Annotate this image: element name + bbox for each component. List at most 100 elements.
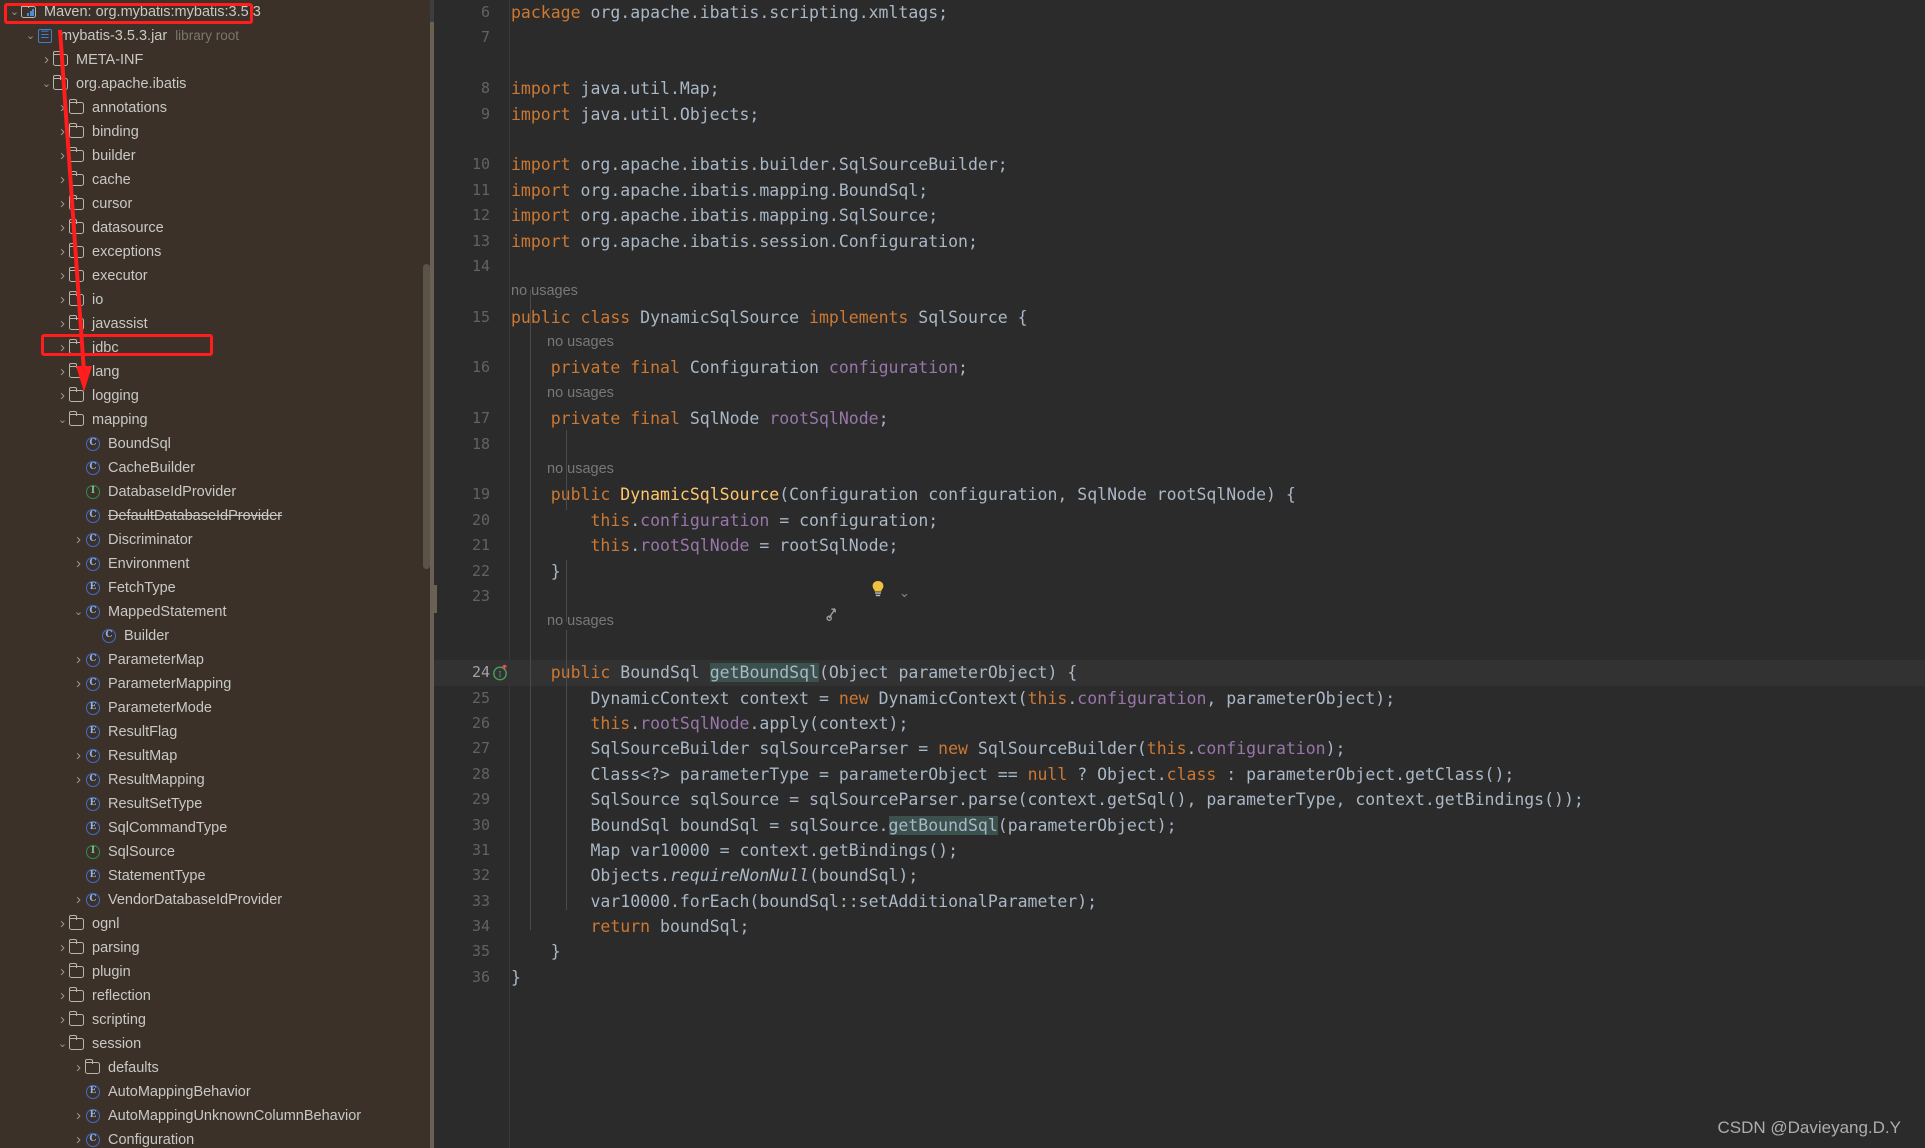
chevron-right-icon[interactable]: › xyxy=(56,360,69,384)
tree-item-vendordatabaseidprovider[interactable]: › C VendorDatabaseIdProvider xyxy=(0,888,434,912)
chevron-right-icon[interactable]: › xyxy=(56,312,69,336)
tree-item-builder[interactable]: › builder xyxy=(0,144,434,168)
tree-item-plugin[interactable]: › plugin xyxy=(0,960,434,984)
tree-item-datasource[interactable]: › datasource xyxy=(0,216,434,240)
tree-item-cache[interactable]: › cache xyxy=(0,168,434,192)
tree-item-io[interactable]: › io xyxy=(0,288,434,312)
tree-item-resultflag[interactable]: E ResultFlag xyxy=(0,720,434,744)
tree-item-parametermode[interactable]: E ParameterMode xyxy=(0,696,434,720)
code-line[interactable]: 33 var10000.forEach(boundSql::setAdditio… xyxy=(434,889,1925,914)
chevron-right-icon[interactable]: › xyxy=(72,552,85,576)
chevron-down-icon[interactable]: ⌄ xyxy=(899,586,910,601)
code-line[interactable]: 13 import org.apache.ibatis.session.Confi… xyxy=(434,229,1925,254)
tree-item-statementtype[interactable]: E StatementType xyxy=(0,864,434,888)
code-line[interactable]: 9 import java.util.Objects; xyxy=(434,102,1925,127)
tree-vertical-scrollbar[interactable] xyxy=(423,264,430,569)
code-line[interactable]: 25 DynamicContext context = new DynamicC… xyxy=(434,686,1925,711)
chevron-right-icon[interactable]: › xyxy=(40,48,53,72)
code-line[interactable]: 21 this.rootSqlNode = rootSqlNode; xyxy=(434,533,1925,558)
tree-item-configuration[interactable]: › C Configuration xyxy=(0,1128,434,1148)
tree-item-session[interactable]: ⌄ session xyxy=(0,1032,434,1056)
tree-item-mybatis-3-5-3-jar[interactable]: ⌄ ☰ mybatis-3.5.3.jar library root xyxy=(0,24,434,48)
chevron-down-icon[interactable]: ⌄ xyxy=(40,72,53,96)
chevron-right-icon[interactable]: › xyxy=(72,528,85,552)
overriding-method-icon[interactable]: I xyxy=(492,663,509,681)
tree-item-reflection[interactable]: › reflection xyxy=(0,984,434,1008)
chevron-right-icon[interactable]: › xyxy=(56,120,69,144)
chevron-down-icon[interactable]: ⌄ xyxy=(24,24,37,48)
tree-item-defaultdatabaseidprovider[interactable]: C DefaultDatabaseIdProvider xyxy=(0,504,434,528)
chevron-right-icon[interactable]: › xyxy=(56,288,69,312)
code-line[interactable]: 26 this.rootSqlNode.apply(context); xyxy=(434,711,1925,736)
project-tree-panel[interactable]: ⌄ Maven: org.mybatis:mybatis:3.5.3 ⌄ ☰ mybat… xyxy=(0,0,434,1148)
tree-item-automappingbehavior[interactable]: E AutoMappingBehavior xyxy=(0,1080,434,1104)
chevron-right-icon[interactable]: › xyxy=(56,144,69,168)
tree-item-databaseidprovider[interactable]: I DatabaseIdProvider xyxy=(0,480,434,504)
tree-item-exceptions[interactable]: › exceptions xyxy=(0,240,434,264)
code-line[interactable]: 7 xyxy=(434,25,1925,50)
project-tree-list[interactable]: ⌄ Maven: org.mybatis:mybatis:3.5.3 ⌄ ☰ mybat… xyxy=(0,0,434,1148)
code-line[interactable]: 16 private final Configuration configura… xyxy=(434,355,1925,380)
code-line[interactable]: 17 private final SqlNode rootSqlNode; xyxy=(434,406,1925,431)
code-line[interactable]: 11 import org.apache.ibatis.mapping.Bound… xyxy=(434,178,1925,203)
tree-item-scripting[interactable]: › scripting xyxy=(0,1008,434,1032)
chevron-right-icon[interactable]: › xyxy=(72,672,85,696)
chevron-right-icon[interactable]: › xyxy=(56,384,69,408)
code-line[interactable]: 19 public DynamicSqlSource(Configuration… xyxy=(434,482,1925,507)
chevron-right-icon[interactable]: › xyxy=(72,768,85,792)
chevron-right-icon[interactable]: › xyxy=(56,936,69,960)
chevron-right-icon[interactable]: › xyxy=(56,984,69,1008)
tree-item-jdbc[interactable]: › jdbc xyxy=(0,336,434,360)
tree-item-boundsql[interactable]: C BoundSql xyxy=(0,432,434,456)
chevron-right-icon[interactable]: › xyxy=(72,1104,85,1128)
code-line[interactable]: 6 package org.apache.ibatis.scripting.xml… xyxy=(434,0,1925,25)
tree-item-resultmapping[interactable]: › C ResultMapping xyxy=(0,768,434,792)
tree-item-javassist[interactable]: › javassist xyxy=(0,312,434,336)
code-line[interactable]: 14 xyxy=(434,254,1925,279)
intention-bulb-icon[interactable] xyxy=(870,580,886,598)
code-line[interactable]: 31 Map var10000 = context.getBindings(); xyxy=(434,838,1925,863)
tree-item-binding[interactable]: › binding xyxy=(0,120,434,144)
chevron-right-icon[interactable]: › xyxy=(72,648,85,672)
tree-item-defaults[interactable]: › defaults xyxy=(0,1056,434,1080)
chevron-down-icon[interactable]: ⌄ xyxy=(56,408,69,432)
tree-item-environment[interactable]: › C Environment xyxy=(0,552,434,576)
chevron-right-icon[interactable]: › xyxy=(72,1128,85,1148)
tree-item-builder[interactable]: C Builder xyxy=(0,624,434,648)
tree-item-parsing[interactable]: › parsing xyxy=(0,936,434,960)
chevron-right-icon[interactable]: › xyxy=(56,216,69,240)
chevron-right-icon[interactable]: › xyxy=(56,264,69,288)
code-line[interactable]: 22 } xyxy=(434,559,1925,584)
tree-item-lang[interactable]: › lang xyxy=(0,360,434,384)
tree-item-annotations[interactable]: › annotations xyxy=(0,96,434,120)
tree-item-executor[interactable]: › executor xyxy=(0,264,434,288)
tree-item-resultsettype[interactable]: E ResultSetType xyxy=(0,792,434,816)
code-text-area[interactable]: 6 package org.apache.ibatis.scripting.xml… xyxy=(434,0,1925,1148)
code-line[interactable]: 28 Class<?> parameterType = parameterObj… xyxy=(434,762,1925,787)
tree-item-maven-org-mybatis-mybatis-3-5-3[interactable]: ⌄ Maven: org.mybatis:mybatis:3.5.3 xyxy=(0,0,434,24)
chevron-right-icon[interactable]: › xyxy=(56,1008,69,1032)
chevron-right-icon[interactable]: › xyxy=(56,960,69,984)
code-line[interactable]: 30 BoundSql boundSql = sqlSource.getBoun… xyxy=(434,813,1925,838)
code-line[interactable]: 32 Objects.requireNonNull(boundSql); xyxy=(434,863,1925,888)
code-editor[interactable]: 6 package org.apache.ibatis.scripting.xml… xyxy=(434,0,1925,1148)
tree-item-resultmap[interactable]: › C ResultMap xyxy=(0,744,434,768)
tree-item-sqlcommandtype[interactable]: E SqlCommandType xyxy=(0,816,434,840)
chevron-right-icon[interactable]: › xyxy=(56,168,69,192)
code-line[interactable]: 29 SqlSource sqlSource = sqlSourceParser… xyxy=(434,787,1925,812)
code-line[interactable]: 18 xyxy=(434,432,1925,457)
tree-item-discriminator[interactable]: › C Discriminator xyxy=(0,528,434,552)
code-line[interactable]: 34 return boundSql; xyxy=(434,914,1925,939)
tree-item-logging[interactable]: › logging xyxy=(0,384,434,408)
code-line[interactable]: 10 import org.apache.ibatis.builder.SqlSo… xyxy=(434,152,1925,177)
chevron-right-icon[interactable]: › xyxy=(72,1056,85,1080)
chevron-right-icon[interactable]: › xyxy=(56,336,69,360)
code-line[interactable]: 36} xyxy=(434,965,1925,990)
chevron-right-icon[interactable]: › xyxy=(56,96,69,120)
chevron-right-icon[interactable]: › xyxy=(56,912,69,936)
chevron-down-icon[interactable]: ⌄ xyxy=(8,0,21,24)
tree-item-cursor[interactable]: › cursor xyxy=(0,192,434,216)
chevron-down-icon[interactable]: ⌄ xyxy=(72,600,85,624)
tree-item-cachebuilder[interactable]: C CacheBuilder xyxy=(0,456,434,480)
tree-item-sqlsource[interactable]: I SqlSource xyxy=(0,840,434,864)
